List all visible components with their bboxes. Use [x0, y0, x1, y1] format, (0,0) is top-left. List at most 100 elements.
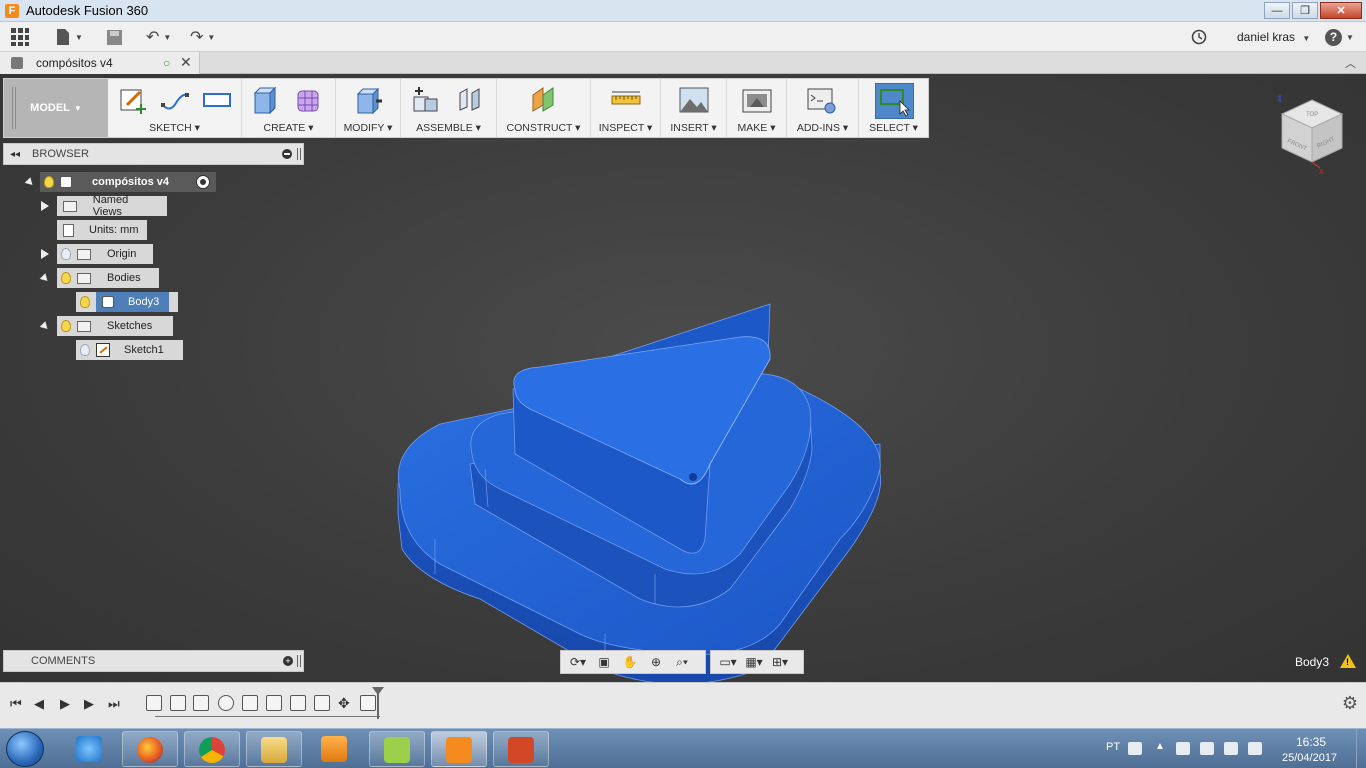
create-menu-button[interactable]: CREATE ▾	[242, 122, 335, 134]
expand-triangle-icon[interactable]	[24, 176, 36, 188]
insert-image-icon[interactable]	[679, 85, 709, 115]
press-pull-icon[interactable]	[354, 85, 384, 115]
taskbar-firefox[interactable]	[122, 731, 178, 767]
taskbar-internet-explorer[interactable]	[62, 731, 118, 767]
timeline-extrude-feature[interactable]	[360, 695, 376, 711]
job-status-clock-icon[interactable]	[1191, 27, 1207, 47]
close-tab-icon[interactable]: ✕	[180, 54, 192, 71]
file-menu-button[interactable]: ▼	[55, 27, 83, 47]
timeline-marker-handle[interactable]	[372, 687, 384, 719]
visibility-bulb-icon[interactable]	[44, 176, 54, 188]
minimize-browser-icon[interactable]	[282, 149, 292, 159]
pin-browser-icon[interactable]	[297, 148, 301, 160]
expand-triangle-icon[interactable]	[41, 249, 49, 259]
user-account-menu[interactable]: daniel kras ▼	[1237, 30, 1310, 44]
timeline-sketch-feature[interactable]	[146, 695, 162, 711]
browser-node-sketches[interactable]: Sketches	[38, 316, 173, 336]
start-button[interactable]	[6, 731, 44, 767]
taskbar-media-player[interactable]	[307, 731, 363, 767]
grid-settings-icon[interactable]: ▦▾	[743, 653, 765, 671]
canvas-viewport[interactable]: Z TOP FRONT RIGHT X	[0, 74, 1366, 685]
add-ins-menu-button[interactable]: ADD-INS ▾	[787, 122, 858, 134]
collapse-browser-icon[interactable]: ◂◂	[10, 149, 20, 160]
keyboard-icon[interactable]	[1128, 742, 1142, 755]
show-desktop-button[interactable]	[1356, 729, 1366, 768]
timeline-revolve-feature[interactable]	[218, 695, 234, 711]
undo-button[interactable]: ↶ ▼	[146, 27, 171, 47]
visibility-bulb-icon[interactable]	[80, 296, 90, 308]
network-warning-icon[interactable]	[1200, 742, 1214, 755]
assemble-menu-button[interactable]: ASSEMBLE ▾	[401, 122, 496, 134]
timeline-extrude-feature[interactable]	[290, 695, 306, 711]
pin-comments-icon[interactable]	[297, 655, 301, 667]
viewcube-top-face[interactable]: TOP	[1306, 112, 1318, 118]
inspect-menu-button[interactable]: INSPECT ▾	[591, 122, 660, 134]
visibility-bulb-icon[interactable]	[61, 320, 71, 332]
input-language-indicator[interactable]: PT	[1106, 741, 1120, 753]
toolbar-grip-handle[interactable]	[12, 87, 16, 129]
taskbar-powerpoint[interactable]	[493, 731, 549, 767]
offset-plane-icon[interactable]	[529, 85, 559, 115]
device-tray-icon[interactable]	[1176, 742, 1190, 755]
new-component-icon[interactable]	[411, 85, 441, 115]
workspace-switcher[interactable]: MODEL ▼	[4, 79, 108, 137]
viewports-icon[interactable]: ⊞▾	[769, 653, 791, 671]
pan-hand-icon[interactable]: ✋	[619, 653, 641, 671]
browser-root-node[interactable]: compósitos v4	[22, 172, 216, 192]
show-hidden-icons-icon[interactable]: ▲	[1155, 741, 1165, 752]
insert-menu-button[interactable]: INSERT ▾	[661, 122, 726, 134]
close-window-button[interactable]: ✕	[1320, 2, 1362, 19]
browser-node-bodies[interactable]: Bodies	[38, 268, 159, 288]
create-sketch-icon[interactable]	[118, 85, 148, 115]
clock-date[interactable]: 25/04/2017	[1282, 752, 1337, 764]
timeline-extrude-feature[interactable]	[193, 695, 209, 711]
joint-icon[interactable]	[455, 85, 485, 115]
activate-component-icon[interactable]	[196, 175, 210, 189]
save-button[interactable]	[106, 27, 123, 47]
expand-triangle-icon[interactable]	[39, 272, 51, 284]
step-back-icon[interactable]: ◀	[34, 696, 44, 712]
zoom-window-icon[interactable]: ⌕▾	[671, 653, 693, 671]
extrude-icon[interactable]	[250, 85, 280, 115]
display-settings-icon[interactable]: ▭▾	[717, 653, 739, 671]
collapse-chevron-icon[interactable]: ︿	[1345, 55, 1356, 71]
browser-node-body3[interactable]: Body3	[76, 292, 178, 312]
expand-triangle-icon[interactable]	[41, 201, 49, 211]
viewcube[interactable]: Z TOP FRONT RIGHT X	[1272, 92, 1348, 176]
timeline-extrude-feature[interactable]	[266, 695, 282, 711]
clock-time[interactable]: 16:35	[1296, 735, 1326, 749]
visibility-bulb-off-icon[interactable]	[61, 248, 71, 260]
3d-print-icon[interactable]	[742, 85, 772, 115]
data-panel-grid-icon[interactable]	[10, 27, 30, 47]
select-menu-button[interactable]: SELECT ▾	[859, 122, 928, 134]
sketch-spline-icon[interactable]	[160, 85, 190, 115]
timeline-fillet-feature[interactable]	[314, 695, 330, 711]
step-forward-icon[interactable]: ▶	[84, 696, 94, 712]
timeline-settings-gear-icon[interactable]: ⚙	[1342, 693, 1358, 714]
restore-button[interactable]: ❐	[1292, 2, 1318, 19]
add-comment-icon[interactable]: +	[283, 656, 293, 666]
go-to-end-icon[interactable]: ⏭	[108, 696, 120, 712]
help-button[interactable]: ? ▼	[1325, 27, 1354, 47]
redo-button[interactable]: ↷ ▼	[190, 27, 215, 47]
construct-menu-button[interactable]: CONSTRUCT ▾	[497, 122, 590, 134]
create-form-icon[interactable]	[294, 85, 324, 115]
visibility-bulb-off-icon[interactable]	[80, 344, 90, 356]
visibility-bulb-icon[interactable]	[61, 272, 71, 284]
signal-strength-icon[interactable]	[1248, 742, 1262, 755]
document-tab[interactable]: compósitos v4 ○ ✕	[0, 52, 200, 74]
taskbar-file-explorer[interactable]	[246, 731, 302, 767]
look-at-icon[interactable]: ▣	[593, 653, 615, 671]
warning-icon[interactable]: !	[1340, 654, 1356, 668]
timeline-extrude-feature[interactable]	[242, 695, 258, 711]
scripts-addins-icon[interactable]	[807, 85, 837, 115]
make-menu-button[interactable]: MAKE ▾	[727, 122, 786, 134]
timeline-extrude-feature[interactable]	[170, 695, 186, 711]
browser-node-named-views[interactable]: Named Views	[38, 194, 167, 218]
taskbar-chrome[interactable]	[184, 731, 240, 767]
orbit-icon[interactable]: ⟳▾	[567, 653, 589, 671]
go-to-beginning-icon[interactable]: ⏮	[10, 696, 22, 712]
play-icon[interactable]: ▶	[60, 696, 70, 712]
taskbar-android-app[interactable]	[369, 731, 425, 767]
expand-triangle-icon[interactable]	[39, 320, 51, 332]
